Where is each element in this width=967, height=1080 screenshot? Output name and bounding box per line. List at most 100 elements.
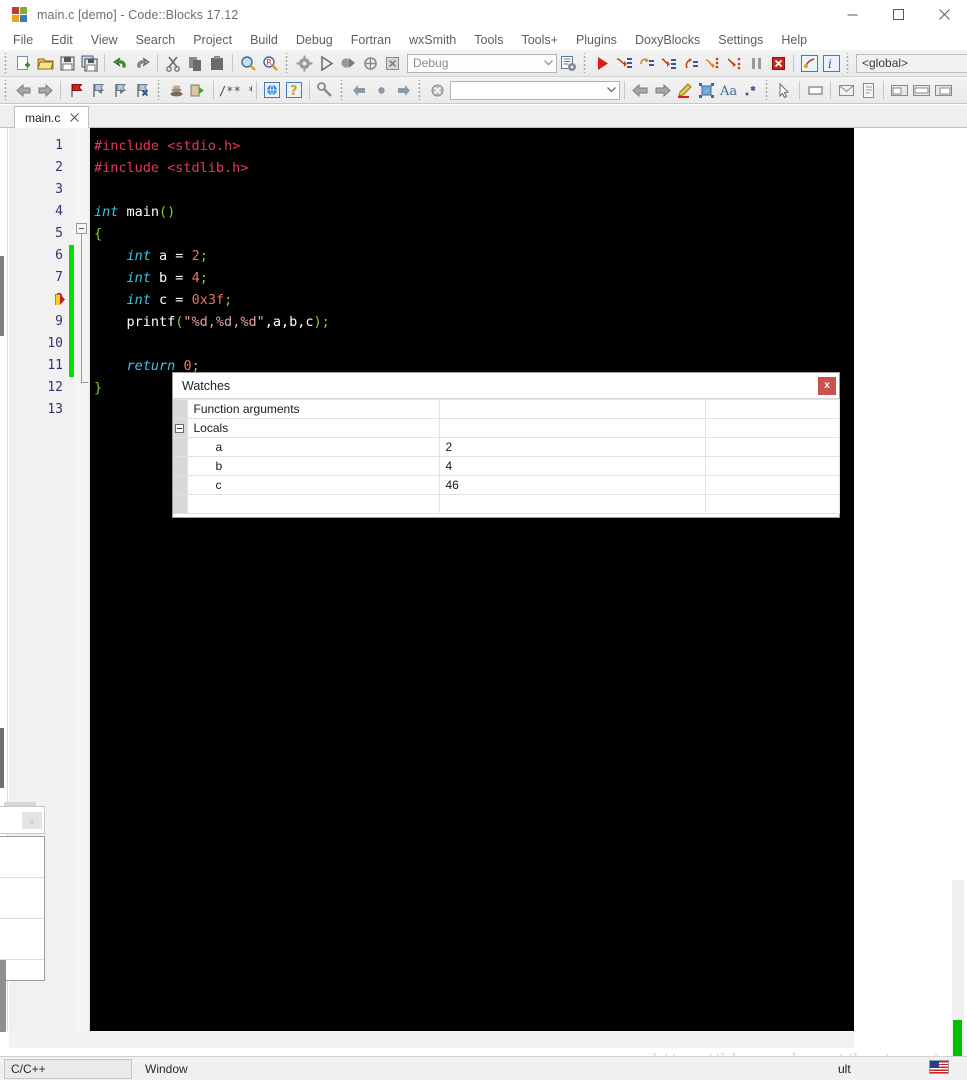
code-line[interactable] (90, 179, 854, 201)
wxsmith-object-icon[interactable] (695, 79, 717, 101)
code-line[interactable]: int main() (90, 201, 854, 223)
abort-icon[interactable] (381, 52, 403, 74)
wxsmith-pointer-icon[interactable] (773, 79, 795, 101)
doxyblocks-run-icon[interactable] (165, 79, 187, 101)
minimize-icon[interactable] (829, 0, 875, 30)
save-icon[interactable] (56, 52, 78, 74)
close-icon[interactable]: x (818, 376, 836, 395)
us-flag-icon[interactable] (929, 1060, 949, 1074)
code-line[interactable]: printf("%d,%d,%d",a,b,c); (90, 311, 854, 333)
wxsmith-frame-icon[interactable] (857, 79, 879, 101)
code-line[interactable]: { (90, 223, 854, 245)
row-expander-cell[interactable] (173, 418, 188, 438)
toolbar-grip[interactable] (581, 53, 589, 73)
bookmark-prev-icon[interactable] (87, 79, 109, 101)
collapse-box-icon[interactable] (175, 423, 185, 433)
table-row[interactable]: Function arguments (173, 399, 840, 419)
watch-type-cell[interactable] (704, 494, 840, 514)
debug-next-instruction-icon[interactable] (701, 52, 723, 74)
code-line[interactable]: #include <stdlib.h> (90, 157, 854, 179)
rebuild-icon[interactable] (359, 52, 381, 74)
watch-type-cell[interactable] (704, 418, 840, 438)
floating-panel-body[interactable] (0, 836, 45, 981)
watch-value-cell[interactable]: 2 (438, 437, 706, 457)
toolbar-grip[interactable] (763, 80, 771, 100)
maximize-icon[interactable] (875, 0, 921, 30)
build-icon[interactable] (293, 52, 315, 74)
watch-value-cell[interactable] (438, 399, 706, 419)
build-target-options-icon[interactable] (557, 52, 579, 74)
cut-icon[interactable] (162, 52, 184, 74)
replace-icon[interactable]: R (259, 52, 281, 74)
watch-value-cell[interactable]: 4 (438, 456, 706, 476)
code-content[interactable]: #include <stdio.h> #include <stdlib.h> in… (90, 128, 854, 1031)
editor-tab-main-c[interactable]: main.c (14, 106, 90, 128)
watch-name-cell[interactable]: a (186, 437, 440, 457)
debug-step-out-icon[interactable] (679, 52, 701, 74)
debug-continue-icon[interactable] (591, 52, 613, 74)
run-icon[interactable] (315, 52, 337, 74)
menu-item-debug[interactable]: Debug (287, 30, 342, 50)
menu-item-build[interactable]: Build (241, 30, 287, 50)
watch-name-cell[interactable]: c (186, 475, 440, 495)
incremental-search-prev-icon[interactable] (348, 79, 370, 101)
table-row[interactable]: c 46 (173, 475, 840, 495)
menu-item-doxyblocks[interactable]: DoxyBlocks (626, 30, 709, 50)
wxsmith-panel-icon[interactable] (804, 79, 826, 101)
menu-item-tools-plus[interactable]: Tools+ (512, 30, 566, 50)
code-editor[interactable]: 12345678910111213 #include <stdio.h>#inc… (9, 128, 854, 1031)
debug-next-line-icon[interactable] (635, 52, 657, 74)
watch-type-cell[interactable] (704, 456, 840, 476)
open-file-icon[interactable] (34, 52, 56, 74)
wxsmith-layout-a-icon[interactable] (888, 79, 910, 101)
menu-item-project[interactable]: Project (184, 30, 241, 50)
list-item[interactable] (0, 837, 44, 878)
new-file-icon[interactable] (12, 52, 34, 74)
wxsmith-layout-b-icon[interactable] (910, 79, 932, 101)
watch-value-cell[interactable] (438, 418, 706, 438)
save-all-icon[interactable] (78, 52, 100, 74)
code-line[interactable]: int a = 2; (90, 245, 854, 267)
watch-type-cell[interactable] (704, 475, 840, 495)
table-row[interactable]: b4 (173, 456, 840, 476)
fold-gutter[interactable] (74, 128, 90, 1031)
incremental-search-clear-icon[interactable] (426, 79, 448, 101)
toolbar-grip[interactable] (844, 53, 852, 73)
wxsmith-star-icon[interactable] (739, 79, 761, 101)
build-and-run-icon[interactable] (337, 52, 359, 74)
code-line[interactable]: int b = 4; (90, 267, 854, 289)
nav-forward-icon[interactable] (34, 79, 56, 101)
menu-item-help[interactable]: Help (772, 30, 816, 50)
table-row[interactable] (173, 494, 840, 514)
menu-item-tools[interactable]: Tools (465, 30, 512, 50)
menu-item-settings[interactable]: Settings (709, 30, 772, 50)
watch-value-cell[interactable] (438, 494, 706, 514)
code-line[interactable]: #include <stdio.h> (90, 135, 854, 157)
list-item[interactable] (0, 919, 44, 960)
toolbar-grip[interactable] (283, 53, 291, 73)
code-line[interactable]: int c = 0x3f; (90, 289, 854, 311)
bookmark-clear-icon[interactable] (131, 79, 153, 101)
table-row[interactable]: Locals (173, 418, 840, 438)
bookmark-next-icon[interactable] (109, 79, 131, 101)
paste-icon[interactable] (206, 52, 228, 74)
watch-name-cell[interactable]: Locals (186, 418, 440, 438)
doxyblocks-help-icon[interactable]: ? (283, 79, 305, 101)
menu-item-view[interactable]: View (82, 30, 127, 50)
close-icon[interactable]: x (22, 812, 42, 829)
chevron-down-icon[interactable] (540, 55, 556, 72)
find-icon[interactable] (237, 52, 259, 74)
toolbar-grip[interactable] (155, 80, 163, 100)
watch-type-cell[interactable] (704, 399, 840, 419)
menu-item-search[interactable]: Search (127, 30, 185, 50)
wxsmith-back-icon[interactable] (629, 79, 651, 101)
debug-step-instruction-icon[interactable] (723, 52, 745, 74)
close-icon[interactable] (68, 111, 81, 124)
wxsmith-layout-c-icon[interactable] (932, 79, 954, 101)
floating-panel-fragment[interactable]: x (0, 806, 45, 981)
undo-icon[interactable] (109, 52, 131, 74)
redo-icon[interactable] (131, 52, 153, 74)
copy-icon[interactable] (184, 52, 206, 74)
watches-panel[interactable]: Watches x Function arguments Locals a2 b… (172, 372, 840, 518)
toolbar-grip[interactable] (2, 53, 10, 73)
